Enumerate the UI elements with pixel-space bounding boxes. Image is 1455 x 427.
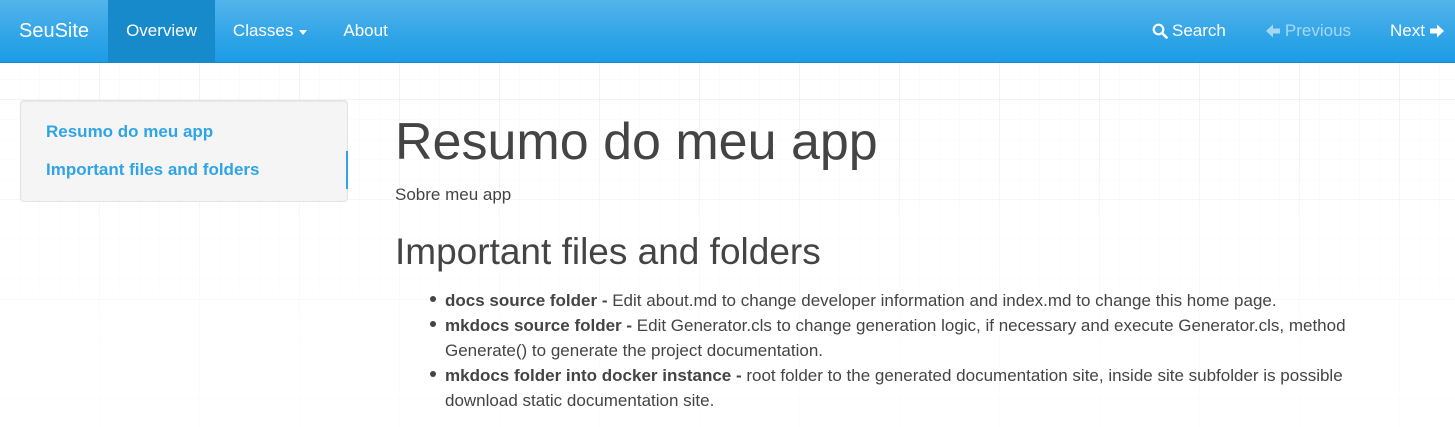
list-item: docs source folder - Edit about.md to ch… [425,288,1415,313]
list-item-separator: - [597,291,613,310]
previous-label: Previous [1284,21,1352,40]
search-label: Search [1172,21,1226,40]
list-item: mkdocs folder into docker instance - roo… [425,363,1415,413]
toc-link-resumo[interactable]: Resumo do meu app [46,122,213,142]
next-label: Next [1390,21,1425,40]
toc-sidebar: Resumo do meu app Important files and fo… [20,100,348,202]
page-title: Resumo do meu app [395,113,878,171]
caret-down-icon [299,29,308,35]
previous-button[interactable]: Previous [1245,0,1370,62]
arrow-left-icon [1265,23,1281,39]
list-item-separator: - [621,316,637,335]
navbar: SeuSite Overview Classes About Search Pr… [0,0,1455,63]
nav-classes-label: Classes [232,21,294,40]
arrow-right-icon [1429,23,1445,39]
nav-about[interactable]: About [325,0,405,62]
search-button[interactable]: Search [1132,0,1245,62]
list-item-term: mkdocs source folder [445,316,622,335]
files-folders-list: docs source folder - Edit about.md to ch… [425,288,1415,413]
list-item: mkdocs source folder - Edit Generator.cl… [425,313,1415,363]
toc-active-indicator [346,151,348,189]
nav-classes-dropdown[interactable]: Classes [215,0,325,62]
search-icon [1152,23,1168,39]
list-item-separator: - [731,366,747,385]
section-title: Important files and folders [395,231,821,272]
nav-right-group: Search Previous Next [1132,0,1455,62]
brand-link[interactable]: SeuSite [0,0,108,62]
list-item-term: docs source folder [445,291,598,310]
list-item-term: mkdocs folder into docker instance [445,366,732,385]
nav-about-label: About [343,21,388,40]
nav-overview[interactable]: Overview [108,0,215,62]
next-button[interactable]: Next [1370,0,1455,62]
toc-link-important-files[interactable]: Important files and folders [46,160,259,180]
nav-overview-label: Overview [126,21,197,40]
list-item-text: Edit about.md to change developer inform… [612,291,1277,310]
page-subtitle: Sobre meu app [395,185,512,204]
